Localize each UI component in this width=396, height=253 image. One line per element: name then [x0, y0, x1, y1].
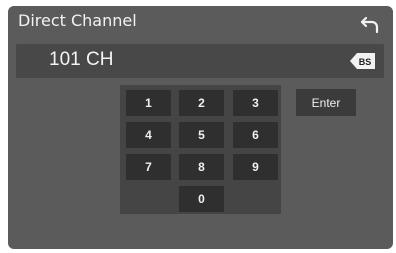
return-arrow-icon[interactable]	[359, 12, 381, 34]
key-2[interactable]: 2	[179, 90, 224, 116]
key-1[interactable]: 1	[126, 90, 171, 116]
enter-button[interactable]: Enter	[296, 89, 356, 116]
key-6[interactable]: 6	[233, 122, 278, 148]
channel-value: 101 CH	[49, 49, 114, 70]
key-0[interactable]: 0	[179, 186, 224, 212]
page-title: Direct Channel	[18, 11, 137, 30]
key-4[interactable]: 4	[126, 122, 171, 148]
key-9[interactable]: 9	[233, 154, 278, 180]
key-5[interactable]: 5	[179, 122, 224, 148]
key-7[interactable]: 7	[126, 154, 171, 180]
channel-display: 101 CH BS	[16, 44, 384, 78]
direct-channel-screen: Direct Channel 101 CH BS 1 2 3 4 5 6 7 8…	[8, 6, 393, 249]
backspace-label: BS	[359, 57, 372, 67]
backspace-icon[interactable]: BS	[349, 52, 377, 70]
key-8[interactable]: 8	[179, 154, 224, 180]
key-3[interactable]: 3	[233, 90, 278, 116]
